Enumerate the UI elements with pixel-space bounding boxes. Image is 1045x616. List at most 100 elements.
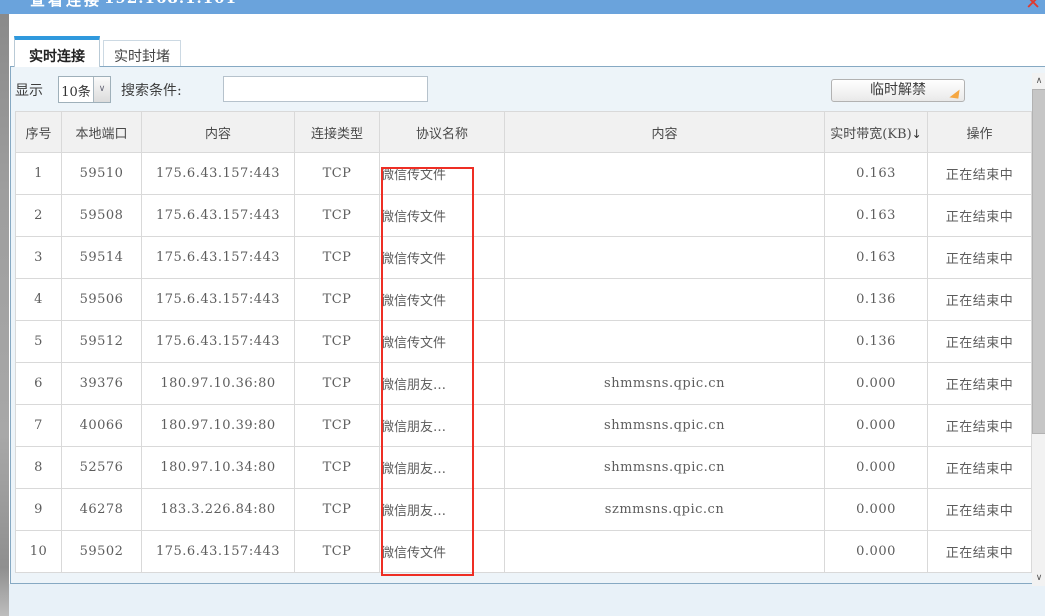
col-header-local-port[interactable]: 本地端口 xyxy=(62,112,142,153)
cell-bandwidth: 0.000 xyxy=(825,489,928,531)
cell-content: 180.97.10.39:80 xyxy=(142,405,295,447)
cell-local-port: 59502 xyxy=(62,531,142,573)
table-row: 740066180.97.10.39:80TCP微信朋友…shmmsns.qpi… xyxy=(16,405,1032,447)
cell-connection-type: TCP xyxy=(295,489,380,531)
cell-index: 10 xyxy=(16,531,62,573)
connections-panel: 显示 10条 ∨ 搜索条件: 临时解禁 序号 本地端口 内容 连接类型 协议名称… xyxy=(10,66,1045,584)
cell-local-port: 59514 xyxy=(62,237,142,279)
cell-index: 8 xyxy=(16,447,62,489)
cell-content: 175.6.43.157:443 xyxy=(142,279,295,321)
cell-protocol-name: 微信传文件 xyxy=(380,237,505,279)
cell-content: 183.3.226.84:80 xyxy=(142,489,295,531)
cell-index: 3 xyxy=(16,237,62,279)
cell-connection-type: TCP xyxy=(295,195,380,237)
cell-content-domain: shmmsns.qpic.cn xyxy=(505,405,825,447)
cell-protocol-name: 微信传文件 xyxy=(380,279,505,321)
cell-protocol-name: 微信传文件 xyxy=(380,321,505,363)
cell-protocol-name: 微信传文件 xyxy=(380,531,505,573)
table-row: 1059502175.6.43.157:443TCP微信传文件0.000正在结束… xyxy=(16,531,1032,573)
cell-local-port: 59512 xyxy=(62,321,142,363)
chevron-down-icon: ∨ xyxy=(93,77,110,102)
table-row: 946278183.3.226.84:80TCP微信朋友…szmmsns.qpi… xyxy=(16,489,1032,531)
table-row: 159510175.6.43.157:443TCP微信传文件0.163正在结束中 xyxy=(16,153,1032,195)
dialog-title-ip: 192.168.1.101 xyxy=(104,0,237,7)
cell-bandwidth: 0.163 xyxy=(825,237,928,279)
cell-action: 正在结束中 xyxy=(928,363,1032,405)
cell-content: 180.97.10.36:80 xyxy=(142,363,295,405)
temporary-unban-label: 临时解禁 xyxy=(870,82,926,98)
col-header-bandwidth[interactable]: 实时带宽(KB)↓ xyxy=(825,112,928,153)
cell-action: 正在结束中 xyxy=(928,489,1032,531)
cell-content-domain: shmmsns.qpic.cn xyxy=(505,363,825,405)
cell-content-domain: szmmsns.qpic.cn xyxy=(505,489,825,531)
scroll-down-icon[interactable]: ∨ xyxy=(1032,570,1045,586)
col-header-protocol-name[interactable]: 协议名称 xyxy=(380,112,505,153)
col-header-action[interactable]: 操作 xyxy=(928,112,1032,153)
table-row: 459506175.6.43.157:443TCP微信传文件0.136正在结束中 xyxy=(16,279,1032,321)
cell-action: 正在结束中 xyxy=(928,279,1032,321)
cell-bandwidth: 0.000 xyxy=(825,531,928,573)
table-row: 259508175.6.43.157:443TCP微信传文件0.163正在结束中 xyxy=(16,195,1032,237)
cell-protocol-name: 微信朋友… xyxy=(380,405,505,447)
close-icon[interactable]: ✕ xyxy=(1025,0,1041,14)
cell-bandwidth: 0.163 xyxy=(825,153,928,195)
cell-action: 正在结束中 xyxy=(928,195,1032,237)
tab-bar: 实时连接 实时封堵 xyxy=(14,36,181,67)
col-header-content2[interactable]: 内容 xyxy=(505,112,825,153)
vertical-scrollbar[interactable]: ∧ ∨ xyxy=(1032,73,1045,586)
cell-content-domain xyxy=(505,279,825,321)
cell-local-port: 40066 xyxy=(62,405,142,447)
cell-local-port: 52576 xyxy=(62,447,142,489)
cell-content: 175.6.43.157:443 xyxy=(142,237,295,279)
temporary-unban-button[interactable]: 临时解禁 xyxy=(831,79,965,102)
col-header-content[interactable]: 内容 xyxy=(142,112,295,153)
cell-index: 9 xyxy=(16,489,62,531)
cell-index: 4 xyxy=(16,279,62,321)
col-header-index[interactable]: 序号 xyxy=(16,112,62,153)
connections-table: 序号 本地端口 内容 连接类型 协议名称 内容 实时带宽(KB)↓ 操作 159… xyxy=(15,111,1032,573)
scroll-up-icon[interactable]: ∧ xyxy=(1032,73,1045,89)
page-size-value: 10条 xyxy=(59,77,93,102)
table-header-row: 序号 本地端口 内容 连接类型 协议名称 内容 实时带宽(KB)↓ 操作 xyxy=(16,112,1032,153)
cell-content: 175.6.43.157:443 xyxy=(142,195,295,237)
cell-protocol-name: 微信传文件 xyxy=(380,195,505,237)
scrollbar-thumb[interactable] xyxy=(1032,89,1045,434)
dialog-titlebar: 查看连接 192.168.1.101 ✕ xyxy=(0,0,1045,14)
connection-table-body: 159510175.6.43.157:443TCP微信传文件0.163正在结束中… xyxy=(16,153,1032,573)
col-header-connection-type[interactable]: 连接类型 xyxy=(295,112,380,153)
cell-action: 正在结束中 xyxy=(928,531,1032,573)
cell-local-port: 59508 xyxy=(62,195,142,237)
tab-realtime-connections[interactable]: 实时连接 xyxy=(14,36,100,67)
cell-connection-type: TCP xyxy=(295,237,380,279)
cell-action: 正在结束中 xyxy=(928,405,1032,447)
cell-bandwidth: 0.000 xyxy=(825,447,928,489)
cell-connection-type: TCP xyxy=(295,279,380,321)
cell-bandwidth: 0.136 xyxy=(825,279,928,321)
cell-action: 正在结束中 xyxy=(928,237,1032,279)
cell-content: 180.97.10.34:80 xyxy=(142,447,295,489)
cell-content-domain xyxy=(505,153,825,195)
cell-content: 175.6.43.157:443 xyxy=(142,321,295,363)
cell-connection-type: TCP xyxy=(295,363,380,405)
cell-protocol-name: 微信朋友… xyxy=(380,447,505,489)
cell-content-domain xyxy=(505,237,825,279)
background-page-strip xyxy=(0,14,9,616)
search-condition-label: 搜索条件: xyxy=(121,80,182,100)
cell-local-port: 59510 xyxy=(62,153,142,195)
cell-protocol-name: 微信朋友… xyxy=(380,489,505,531)
tab-realtime-blocking[interactable]: 实时封堵 xyxy=(103,40,181,66)
cell-protocol-name: 微信传文件 xyxy=(380,153,505,195)
table-row: 559512175.6.43.157:443TCP微信传文件0.136正在结束中 xyxy=(16,321,1032,363)
cell-content-domain xyxy=(505,321,825,363)
cell-content-domain xyxy=(505,195,825,237)
cell-connection-type: TCP xyxy=(295,405,380,447)
search-input[interactable] xyxy=(223,76,428,102)
page-size-select[interactable]: 10条 ∨ xyxy=(58,76,111,103)
table-row: 852576180.97.10.34:80TCP微信朋友…shmmsns.qpi… xyxy=(16,447,1032,489)
cell-action: 正在结束中 xyxy=(928,447,1032,489)
cell-action: 正在结束中 xyxy=(928,153,1032,195)
dialog-title: 查看连接 xyxy=(30,0,102,10)
cell-connection-type: TCP xyxy=(295,531,380,573)
table-row: 359514175.6.43.157:443TCP微信传文件 0.163正在结束中 xyxy=(16,237,1032,279)
cell-content-domain: shmmsns.qpic.cn xyxy=(505,447,825,489)
